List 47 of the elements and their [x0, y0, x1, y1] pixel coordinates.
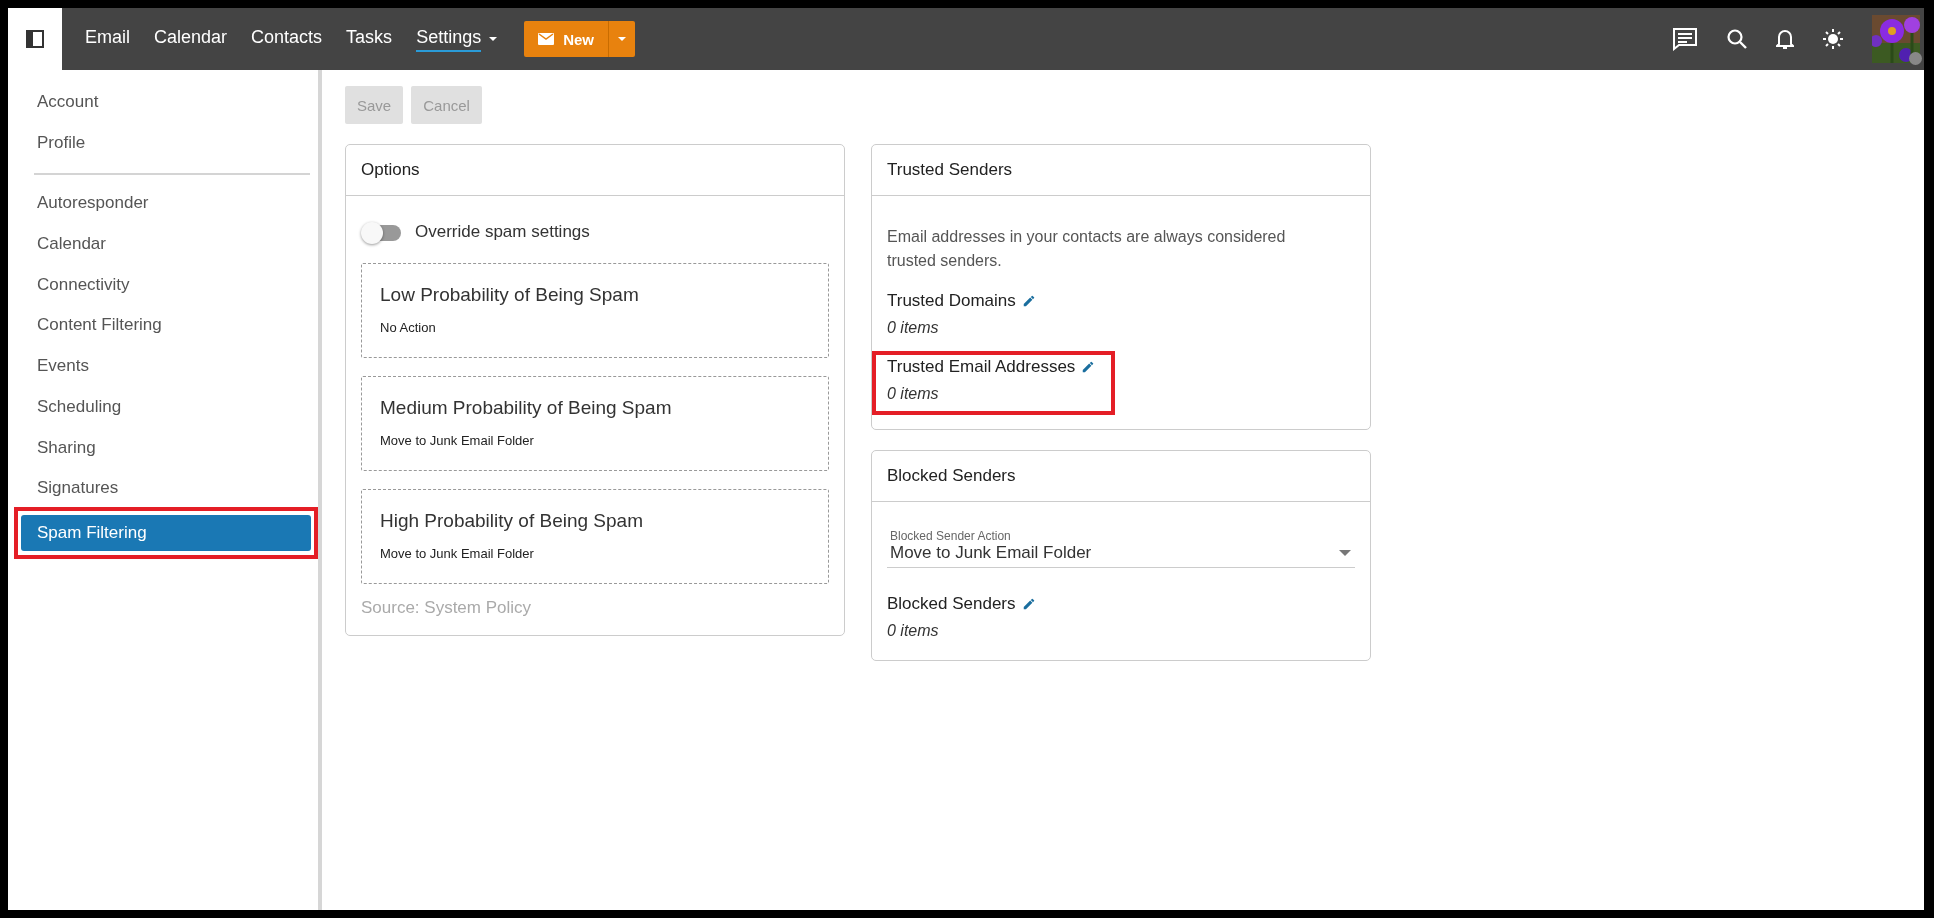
panel-title: Blocked Senders: [872, 451, 1370, 502]
caret-icon: [1339, 550, 1351, 556]
nav-tab[interactable]: Settings: [404, 26, 511, 52]
sidebar-item[interactable]: Content Filtering: [21, 305, 310, 347]
nav-tab[interactable]: Email: [73, 26, 142, 52]
search-icon[interactable]: [1726, 28, 1748, 50]
nav-tab[interactable]: Calendar: [142, 26, 240, 52]
bell-icon[interactable]: [1776, 28, 1794, 50]
toggle-label: Override spam settings: [415, 222, 590, 242]
panel-title: Trusted Senders: [872, 145, 1370, 196]
sidebar-item[interactable]: Events: [21, 346, 310, 387]
list-label: Trusted Email Addresses: [887, 357, 1076, 377]
sidebar-item[interactable]: Scheduling: [21, 386, 310, 428]
info-text: Email addresses in your contacts are always considered trusted senders.: [887, 227, 1287, 271]
sidebar-item[interactable]: Spam Filtering: [21, 514, 311, 551]
sidebar-item[interactable]: Account: [21, 82, 310, 123]
item-count: 0 items: [887, 385, 940, 403]
sidebar-item[interactable]: Connectivity: [21, 264, 310, 306]
item-count: 0 items: [887, 319, 940, 337]
list-label: Blocked Senders: [887, 594, 1016, 614]
spam-level-title: Low Probability of Being Spam: [380, 284, 640, 306]
envelope-icon: [538, 33, 555, 45]
item-count: 0 items: [887, 622, 940, 640]
pencil-icon[interactable]: [1021, 597, 1036, 611]
nav-tab[interactable]: Tasks: [334, 26, 405, 52]
caret-icon: [488, 36, 499, 42]
spam-level-title: High Probability of Being Spam: [380, 510, 644, 532]
sidebar-item[interactable]: Signatures: [21, 468, 310, 509]
source-note: Source: System Policy: [361, 598, 533, 618]
spam-level-action: No Action: [380, 320, 437, 335]
chat-icon[interactable]: [1672, 27, 1698, 51]
caret-icon: [617, 36, 627, 42]
list-label: Trusted Domains: [887, 291, 1016, 311]
sidebar-item[interactable]: Profile: [21, 122, 310, 164]
spam-level-title: Medium Probability of Being Spam: [380, 397, 673, 419]
sidebar-item[interactable]: Sharing: [21, 427, 310, 469]
sun-icon[interactable]: [1822, 28, 1844, 50]
spam-level-action: Move to Junk Email Folder: [380, 433, 535, 448]
sidebar-item[interactable]: Autoresponder: [21, 183, 310, 225]
pencil-icon[interactable]: [1081, 360, 1096, 374]
nav-tab[interactable]: Contacts: [239, 26, 335, 52]
action-select[interactable]: Blocked Sender Action Move to Junk Email Folder: [887, 529, 1355, 568]
sidebar-toggle-icon[interactable]: [8, 8, 62, 70]
panel-title: Options: [346, 145, 844, 196]
spam-level-action: Move to Junk Email Folder: [380, 546, 535, 561]
sidebar-item[interactable]: Calendar: [21, 224, 310, 265]
pencil-icon[interactable]: [1021, 294, 1036, 308]
